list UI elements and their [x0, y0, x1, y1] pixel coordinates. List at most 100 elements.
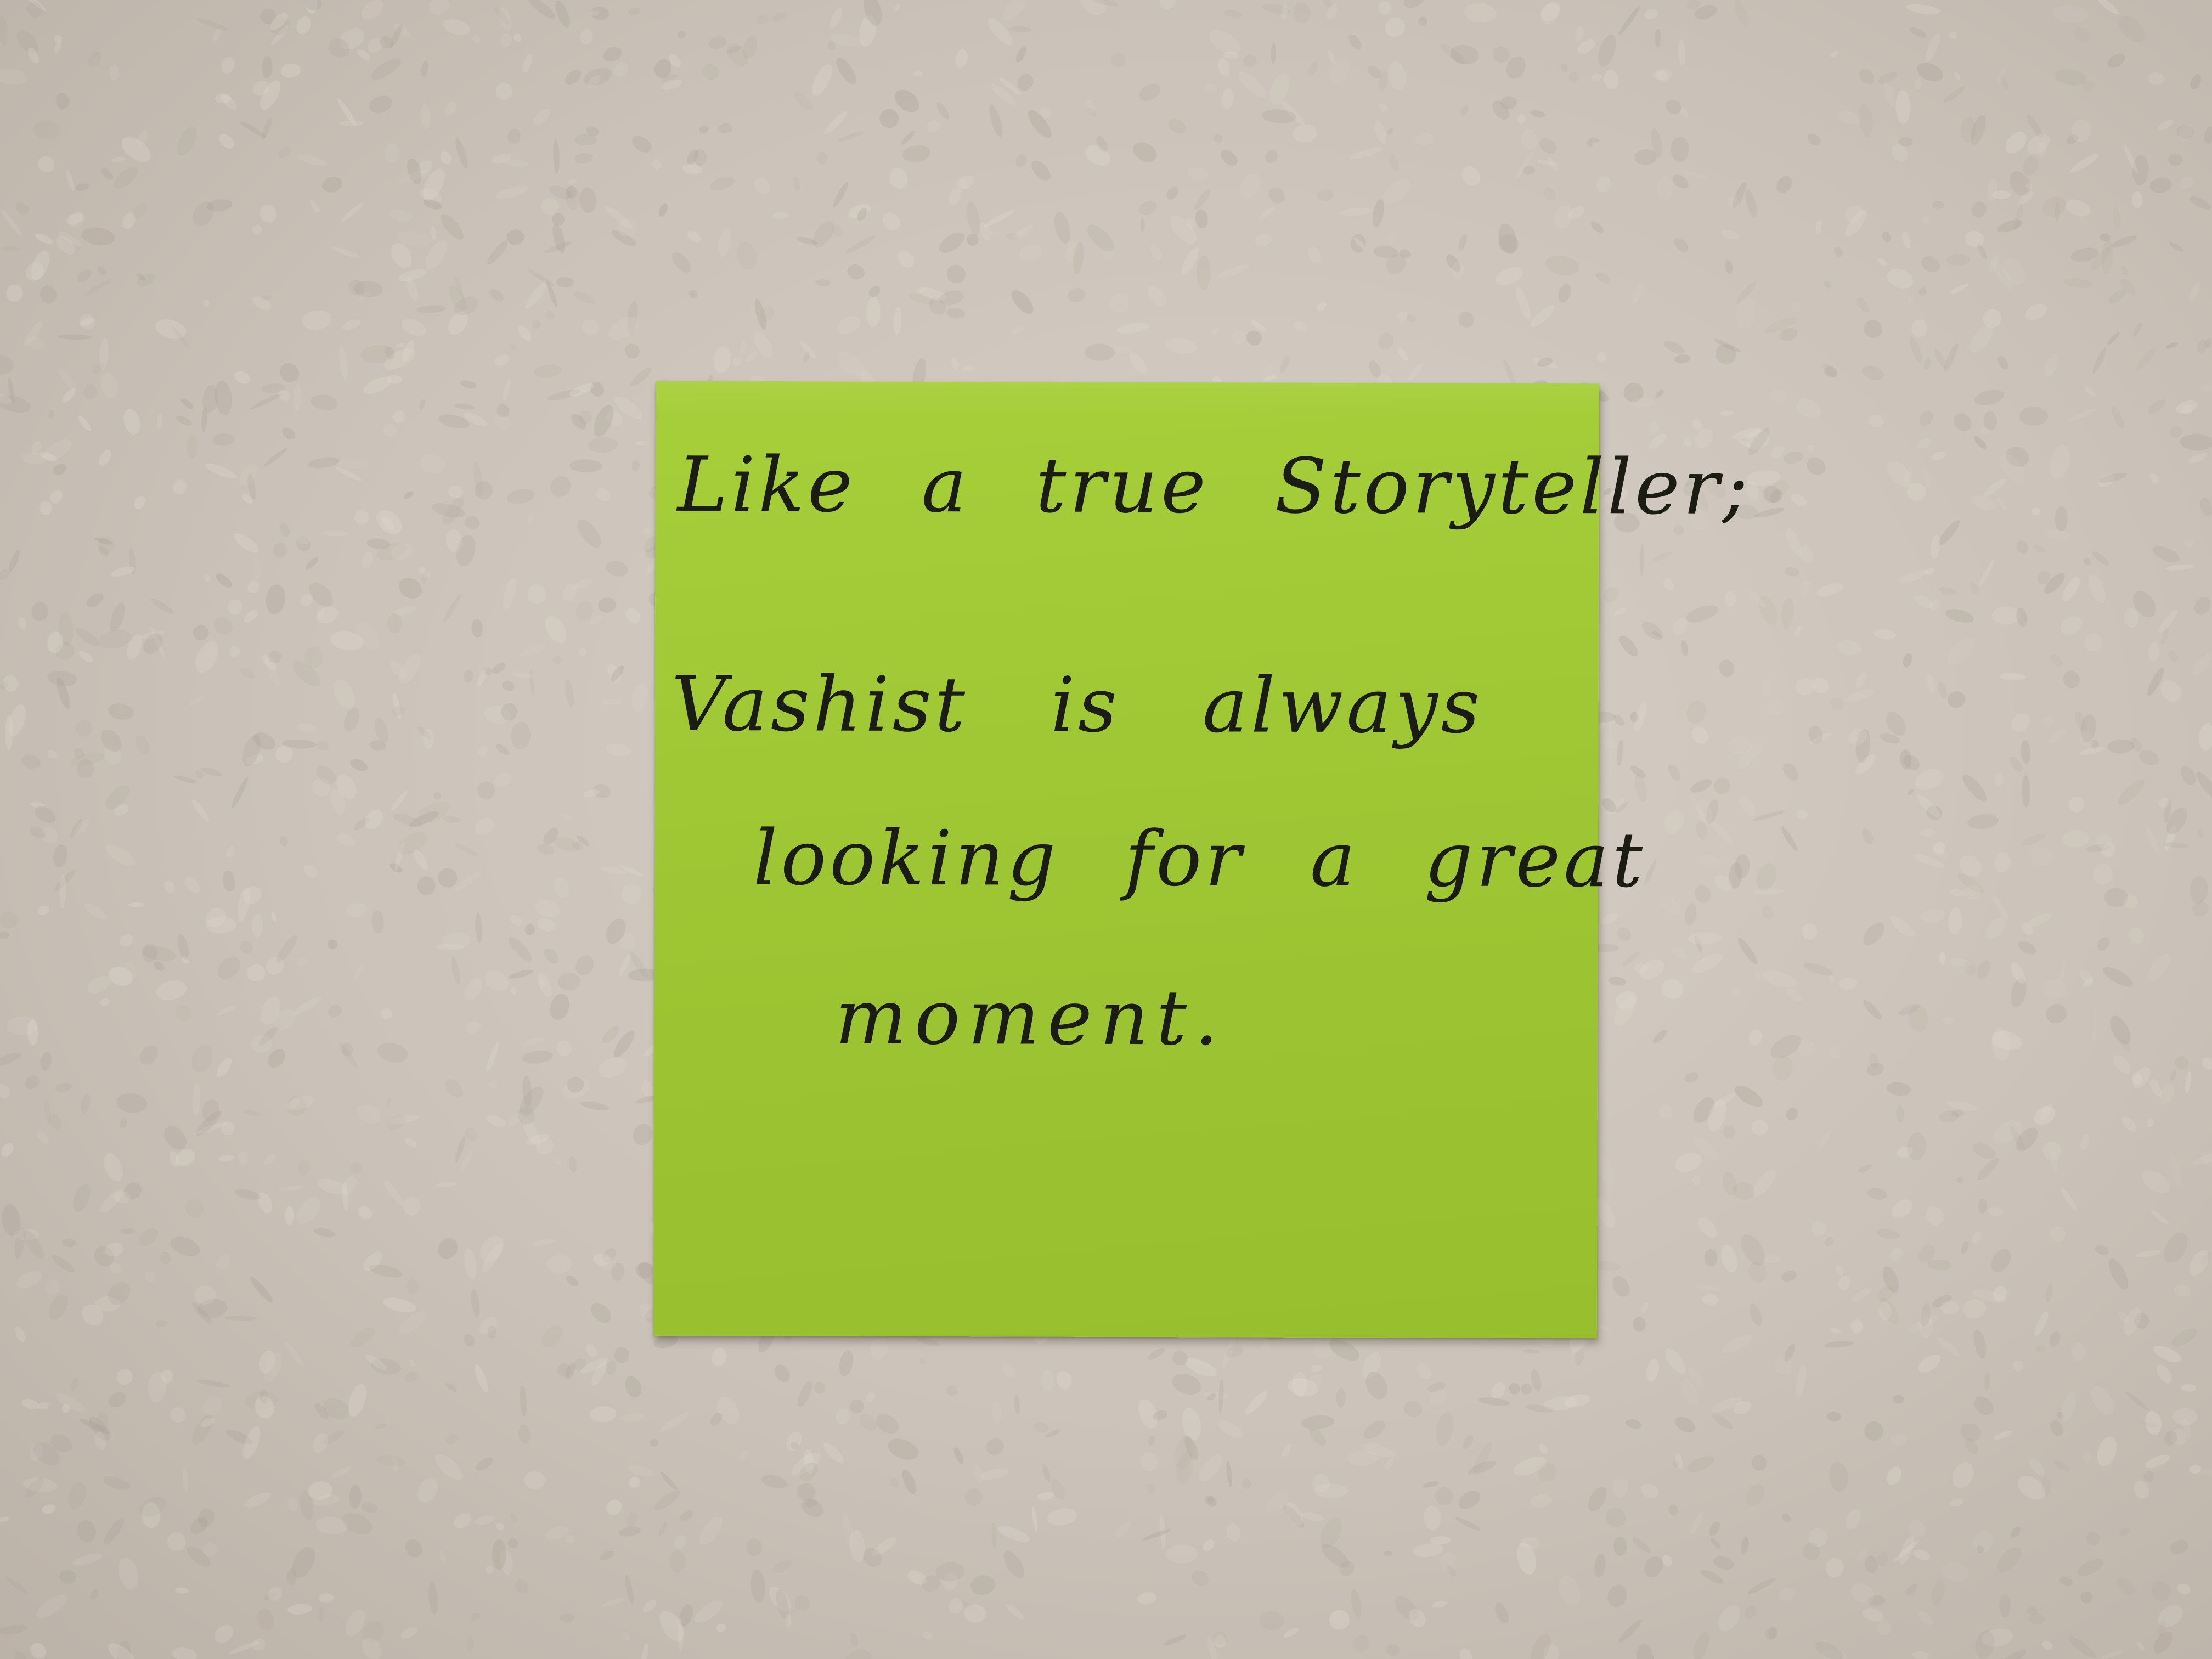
wall-texture-speck: [1712, 1413, 1733, 1429]
wall-texture-speck: [1978, 1198, 1987, 1214]
wall-texture-speck: [221, 57, 235, 74]
wall-texture-speck: [186, 435, 198, 459]
wall-texture-speck: [2171, 1328, 2197, 1347]
wall-texture-speck: [1915, 78, 1922, 89]
wall-texture-speck: [1781, 826, 1798, 851]
wall-texture-speck: [292, 996, 321, 1015]
wall-texture-speck: [416, 305, 447, 313]
wall-texture-speck: [48, 409, 54, 419]
wall-texture-speck: [1661, 896, 1680, 915]
wall-texture-speck: [77, 269, 92, 283]
wall-texture-speck: [1733, 988, 1740, 996]
wall-texture-speck: [240, 941, 253, 954]
wall-texture-speck: [502, 681, 515, 691]
wall-texture-speck: [1866, 1063, 1884, 1076]
wall-texture-speck: [2092, 551, 2109, 566]
wall-texture-speck: [1462, 166, 1481, 186]
wall-texture-speck: [1607, 1584, 1627, 1608]
wall-texture-speck: [740, 340, 746, 353]
wall-texture-speck: [627, 1512, 637, 1527]
wall-texture-speck: [1918, 287, 1927, 296]
wall-texture-speck: [1165, 1544, 1198, 1564]
wall-texture-speck: [1824, 1341, 1854, 1348]
wall-texture-speck: [2018, 941, 2036, 955]
wall-texture-speck: [2054, 1460, 2070, 1472]
wall-texture-speck: [507, 489, 535, 504]
wall-texture-speck: [837, 131, 864, 142]
wall-texture-speck: [388, 209, 413, 222]
wall-texture-speck: [2042, 979, 2067, 999]
wall-texture-speck: [1032, 1506, 1038, 1532]
wall-texture-speck: [1945, 609, 1974, 623]
wall-texture-speck: [1262, 4, 1291, 15]
wall-texture-speck: [1521, 1383, 1532, 1395]
wall-texture-speck: [946, 1385, 958, 1396]
wall-texture-speck: [321, 530, 348, 537]
wall-texture-speck: [927, 120, 941, 132]
wall-texture-speck: [77, 1520, 96, 1543]
wall-texture-speck: [2190, 196, 2211, 210]
wall-texture-speck: [1943, 1017, 1954, 1025]
wall-texture-speck: [1925, 568, 1934, 575]
sticky-note: Like a true Storyteller; Vashist is alwa…: [653, 381, 1751, 1339]
wall-texture-speck: [285, 1206, 294, 1226]
wall-texture-speck: [0, 1084, 10, 1098]
wall-texture-speck: [2025, 303, 2047, 320]
wall-texture-speck: [1737, 938, 1758, 964]
wall-texture-speck: [417, 1477, 438, 1503]
wall-texture-speck: [659, 203, 668, 217]
wall-texture-speck: [2045, 529, 2071, 540]
wall-texture-speck: [589, 1406, 617, 1423]
wall-texture-speck: [1994, 772, 2004, 786]
wall-texture-speck: [1575, 26, 1583, 42]
wall-texture-speck: [1680, 640, 1689, 656]
wall-texture-speck: [5, 1577, 29, 1594]
wall-texture-speck: [404, 1372, 418, 1383]
wall-texture-speck: [1783, 763, 1799, 781]
wall-texture-speck: [1614, 607, 1628, 616]
wall-texture-speck: [1825, 1558, 1844, 1578]
wall-texture-speck: [1746, 1484, 1764, 1506]
wall-texture-speck: [699, 1516, 723, 1545]
wall-texture-speck: [313, 1228, 336, 1238]
wall-texture-speck: [1218, 1420, 1244, 1438]
wall-texture-speck: [1819, 1130, 1831, 1149]
wall-texture-speck: [1226, 1461, 1233, 1487]
wall-texture-speck: [625, 608, 641, 623]
wall-texture-speck: [350, 759, 368, 771]
wall-texture-speck: [1890, 916, 1915, 938]
wall-texture-speck: [641, 1643, 648, 1659]
wall-texture-speck: [1783, 451, 1804, 464]
wall-texture-speck: [1893, 1395, 1904, 1404]
wall-texture-speck: [1537, 160, 1559, 166]
wall-texture-speck: [1221, 150, 1238, 166]
wall-texture-speck: [1384, 1458, 1394, 1469]
wall-texture-speck: [422, 729, 434, 749]
wall-texture-speck: [1825, 1237, 1834, 1247]
wall-texture-speck: [1735, 1086, 1763, 1107]
wall-texture-speck: [404, 491, 414, 499]
wall-texture-speck: [159, 1252, 172, 1265]
wall-texture-speck: [555, 0, 570, 28]
wall-texture-speck: [1698, 1217, 1717, 1238]
wall-texture-speck: [377, 1454, 405, 1467]
wall-texture-speck: [1644, 9, 1658, 20]
wall-texture-speck: [108, 1643, 136, 1659]
wall-texture-speck: [16, 1271, 42, 1289]
wall-texture-speck: [14, 1650, 26, 1659]
wall-texture-speck: [634, 441, 647, 446]
wall-texture-speck: [215, 381, 232, 415]
wall-texture-speck: [1389, 154, 1399, 172]
wall-texture-speck: [1686, 1456, 1714, 1472]
wall-texture-speck: [465, 978, 482, 1001]
wall-texture-speck: [2005, 132, 2027, 154]
wall-texture-speck: [1932, 201, 1944, 210]
wall-texture-speck: [2097, 1436, 2117, 1467]
wall-texture-speck: [164, 1126, 187, 1150]
wall-texture-speck: [387, 1114, 406, 1131]
wall-texture-speck: [1458, 311, 1475, 328]
wall-texture-speck: [1280, 356, 1290, 374]
wall-texture-speck: [579, 29, 593, 45]
wall-texture-speck: [264, 448, 287, 467]
wall-texture-speck: [1795, 625, 1801, 637]
